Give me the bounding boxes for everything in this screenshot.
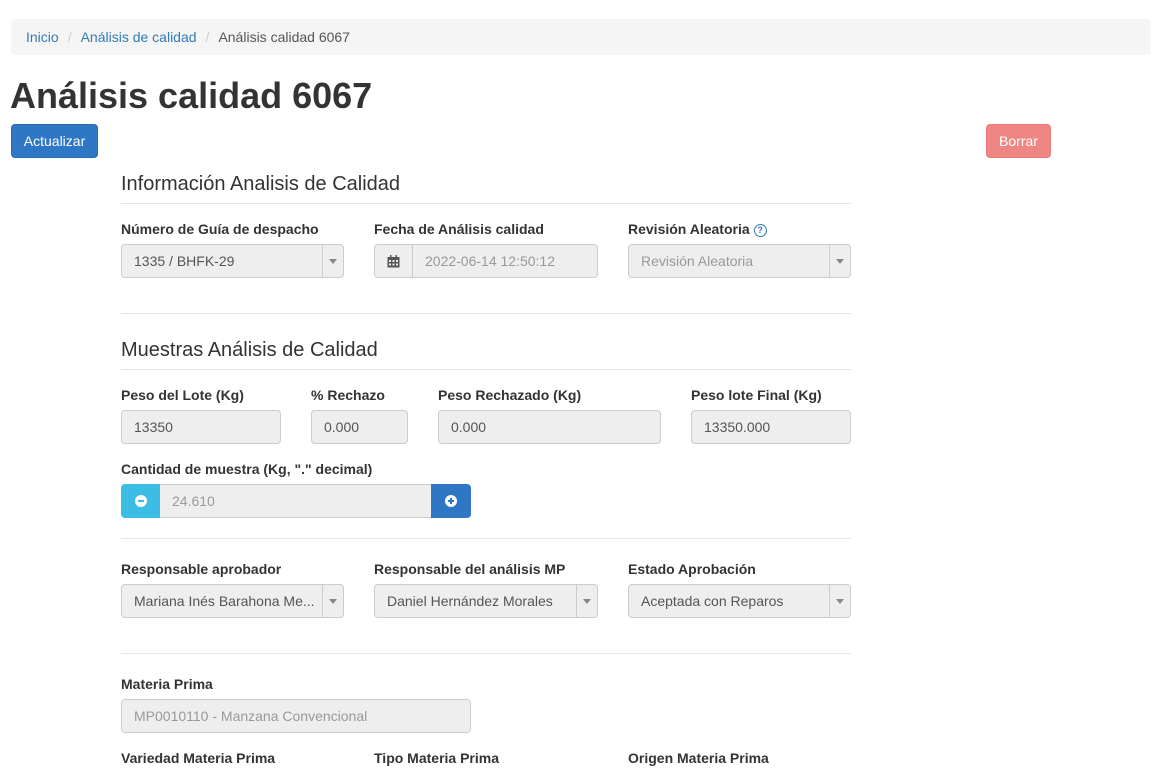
guia-value: 1335 / BHFK-29 <box>134 253 235 269</box>
rechazo-input[interactable]: 0.000 <box>311 410 408 444</box>
materia-label: Materia Prima <box>121 676 213 692</box>
chevron-down-icon <box>576 585 597 617</box>
revision-label-group: Revisión Aleatoria? <box>628 221 767 237</box>
chevron-down-icon <box>322 585 343 617</box>
calendar-icon[interactable] <box>374 244 413 278</box>
estado-select[interactable]: Aceptada con Reparos <box>628 584 851 618</box>
chevron-down-icon <box>322 245 343 277</box>
page-title: Análisis calidad 6067 <box>10 75 373 116</box>
delete-button[interactable]: Borrar <box>986 124 1051 158</box>
peso-lote-label: Peso del Lote (Kg) <box>121 387 244 403</box>
peso-final-label: Peso lote Final (Kg) <box>691 387 822 403</box>
revision-label: Revisión Aleatoria <box>628 221 750 237</box>
breadcrumb-separator: / <box>205 29 210 45</box>
section-title-info: Información Analisis de Calidad <box>121 171 851 204</box>
breadcrumb-current: Análisis calidad 6067 <box>218 29 350 45</box>
breadcrumb-inicio[interactable]: Inicio <box>26 29 59 45</box>
update-button[interactable]: Actualizar <box>11 124 98 158</box>
aprobador-value: Mariana Inés Barahona Me... <box>134 593 315 609</box>
breadcrumb: Inicio / Análisis de calidad / Análisis … <box>11 19 1151 55</box>
divider <box>121 653 851 654</box>
cantidad-input[interactable]: 24.610 <box>160 484 431 518</box>
breadcrumb-separator: / <box>67 29 72 45</box>
origen-label: Origen Materia Prima <box>628 750 769 766</box>
estado-label: Estado Aprobación <box>628 561 756 577</box>
breadcrumb-analisis[interactable]: Análisis de calidad <box>81 29 197 45</box>
question-circle-icon[interactable]: ? <box>753 223 767 237</box>
variedad-label: Variedad Materia Prima <box>121 750 276 766</box>
peso-rechazado-input[interactable]: 0.000 <box>438 410 661 444</box>
section-title-muestras: Muestras Análisis de Calidad <box>121 337 851 370</box>
fecha-input[interactable]: 2022-06-14 12:50:12 <box>413 244 598 278</box>
materia-input[interactable]: MP0010110 - Manzana Convencional <box>121 699 471 733</box>
plus-circle-icon <box>445 495 457 507</box>
aprobador-select[interactable]: Mariana Inés Barahona Me... <box>121 584 344 618</box>
chevron-down-icon <box>829 245 850 277</box>
quantity-stepper: 24.610 <box>121 484 471 518</box>
fecha-field[interactable]: 2022-06-14 12:50:12 <box>374 244 598 278</box>
chevron-down-icon <box>829 585 850 617</box>
analisis-select[interactable]: Daniel Hernández Morales <box>374 584 598 618</box>
revision-select[interactable]: Revisión Aleatoria <box>628 244 851 278</box>
decrement-button[interactable] <box>121 484 160 518</box>
minus-circle-icon <box>134 495 147 507</box>
increment-button[interactable] <box>431 484 471 518</box>
tipo-label: Tipo Materia Prima <box>374 750 500 766</box>
peso-final-input[interactable]: 13350.000 <box>691 410 851 444</box>
rechazo-label: % Rechazo <box>311 387 385 403</box>
aprobador-label: Responsable aprobador <box>121 561 282 577</box>
peso-rechazado-label: Peso Rechazado (Kg) <box>438 387 582 403</box>
cantidad-label: Cantidad de muestra (Kg, "." decimal) <box>121 461 373 477</box>
divider <box>121 538 851 539</box>
guia-label: Número de Guía de despacho <box>121 221 319 237</box>
revision-value: Revisión Aleatoria <box>641 253 754 269</box>
analisis-value: Daniel Hernández Morales <box>387 593 553 609</box>
guia-select[interactable]: 1335 / BHFK-29 <box>121 244 344 278</box>
fecha-label: Fecha de Análisis calidad <box>374 221 544 237</box>
divider <box>121 313 851 314</box>
analisis-label: Responsable del análisis MP <box>374 561 566 577</box>
peso-lote-input[interactable]: 13350 <box>121 410 281 444</box>
estado-value: Aceptada con Reparos <box>641 593 784 609</box>
